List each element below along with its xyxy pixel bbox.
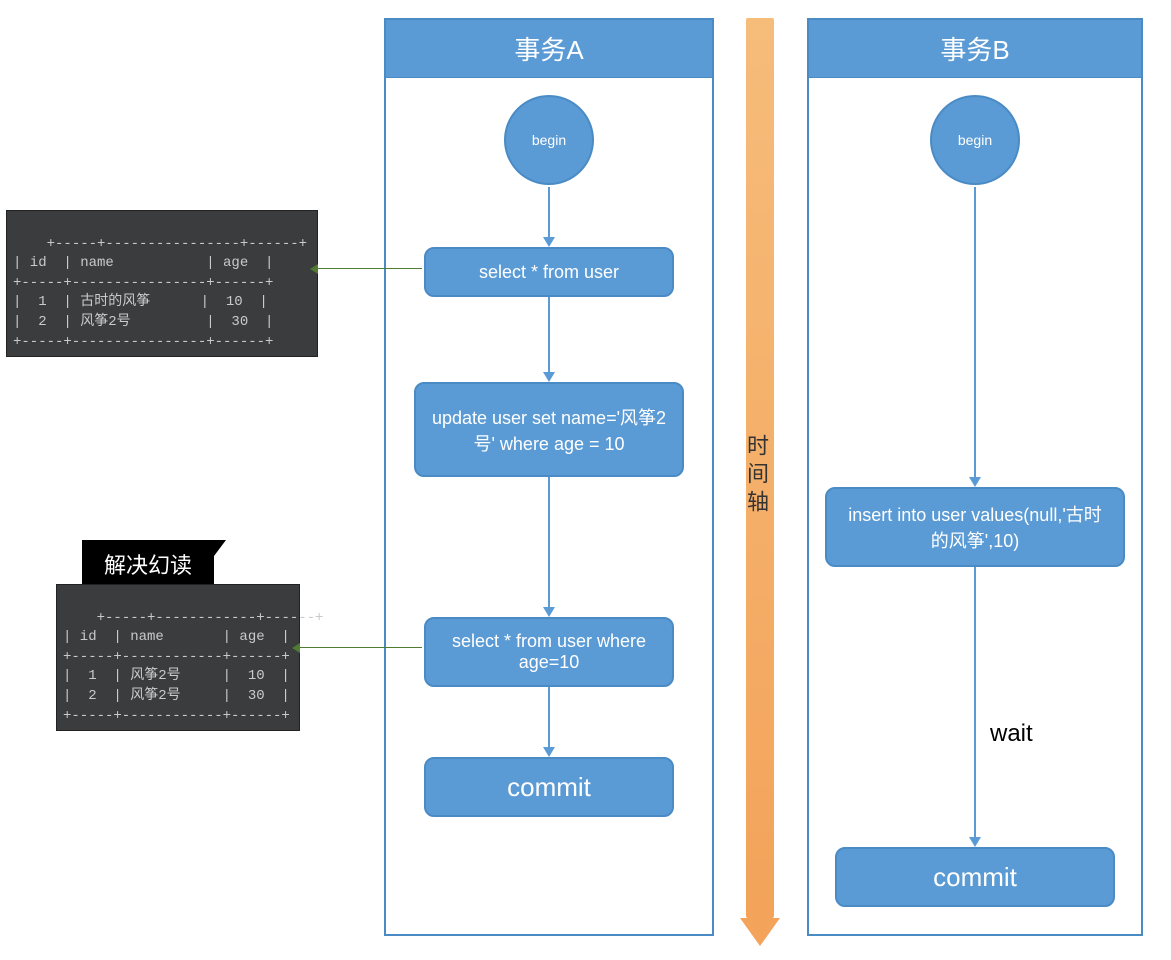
step-b-insert: insert into user values(null,'古时的风筝',10) <box>825 487 1125 567</box>
arrow-line <box>974 187 976 477</box>
arrow-line <box>548 687 550 747</box>
transaction-a-panel: 事务A begin select * from user update user… <box>384 18 714 936</box>
transaction-b-panel: 事务B begin insert into user values(null,'… <box>807 18 1143 936</box>
result-bottom-rows: | 1 | 风筝2号 | 10 | | 2 | 风筝2号 | 30 | +---… <box>63 668 290 723</box>
phantom-read-badge: 解决幻读 <box>82 540 214 588</box>
result-table-bottom: +-----+------------+------+ | id | name … <box>56 584 300 731</box>
arrow-head-icon <box>969 477 981 487</box>
step-a-commit: commit <box>424 757 674 817</box>
step-a-select1: select * from user <box>424 247 674 297</box>
result-top-rows: | 1 | 古时的风筝 | 10 | | 2 | 风筝2号 | 30 | +--… <box>13 294 273 349</box>
result-bottom-header: +-----+------------+------+ | id | name … <box>63 610 323 665</box>
transaction-a-title: 事务A <box>386 20 712 78</box>
time-axis-label: 时间轴 <box>740 434 772 518</box>
arrow-line <box>548 297 550 372</box>
arrow-head-icon <box>969 837 981 847</box>
arrow-line <box>974 567 976 837</box>
connector-line <box>318 268 422 269</box>
result-table-top: +-----+----------------+------+ | id | n… <box>6 210 318 357</box>
connector-line <box>300 647 422 648</box>
arrow-head-icon <box>543 372 555 382</box>
transaction-a-begin: begin <box>504 95 594 185</box>
arrow-line <box>548 477 550 607</box>
arrow-head-icon <box>543 237 555 247</box>
step-b-commit: commit <box>835 847 1115 907</box>
arrow-head-icon <box>543 747 555 757</box>
step-a-update: update user set name='风筝2号' where age = … <box>414 382 684 477</box>
result-top-header: +-----+----------------+------+ | id | n… <box>13 236 307 291</box>
arrow-line <box>548 187 550 237</box>
wait-label: wait <box>990 720 1033 748</box>
step-a-select2: select * from user where age=10 <box>424 617 674 687</box>
transaction-b-begin: begin <box>930 95 1020 185</box>
transaction-b-title: 事务B <box>809 20 1141 78</box>
arrow-head-icon <box>543 607 555 617</box>
